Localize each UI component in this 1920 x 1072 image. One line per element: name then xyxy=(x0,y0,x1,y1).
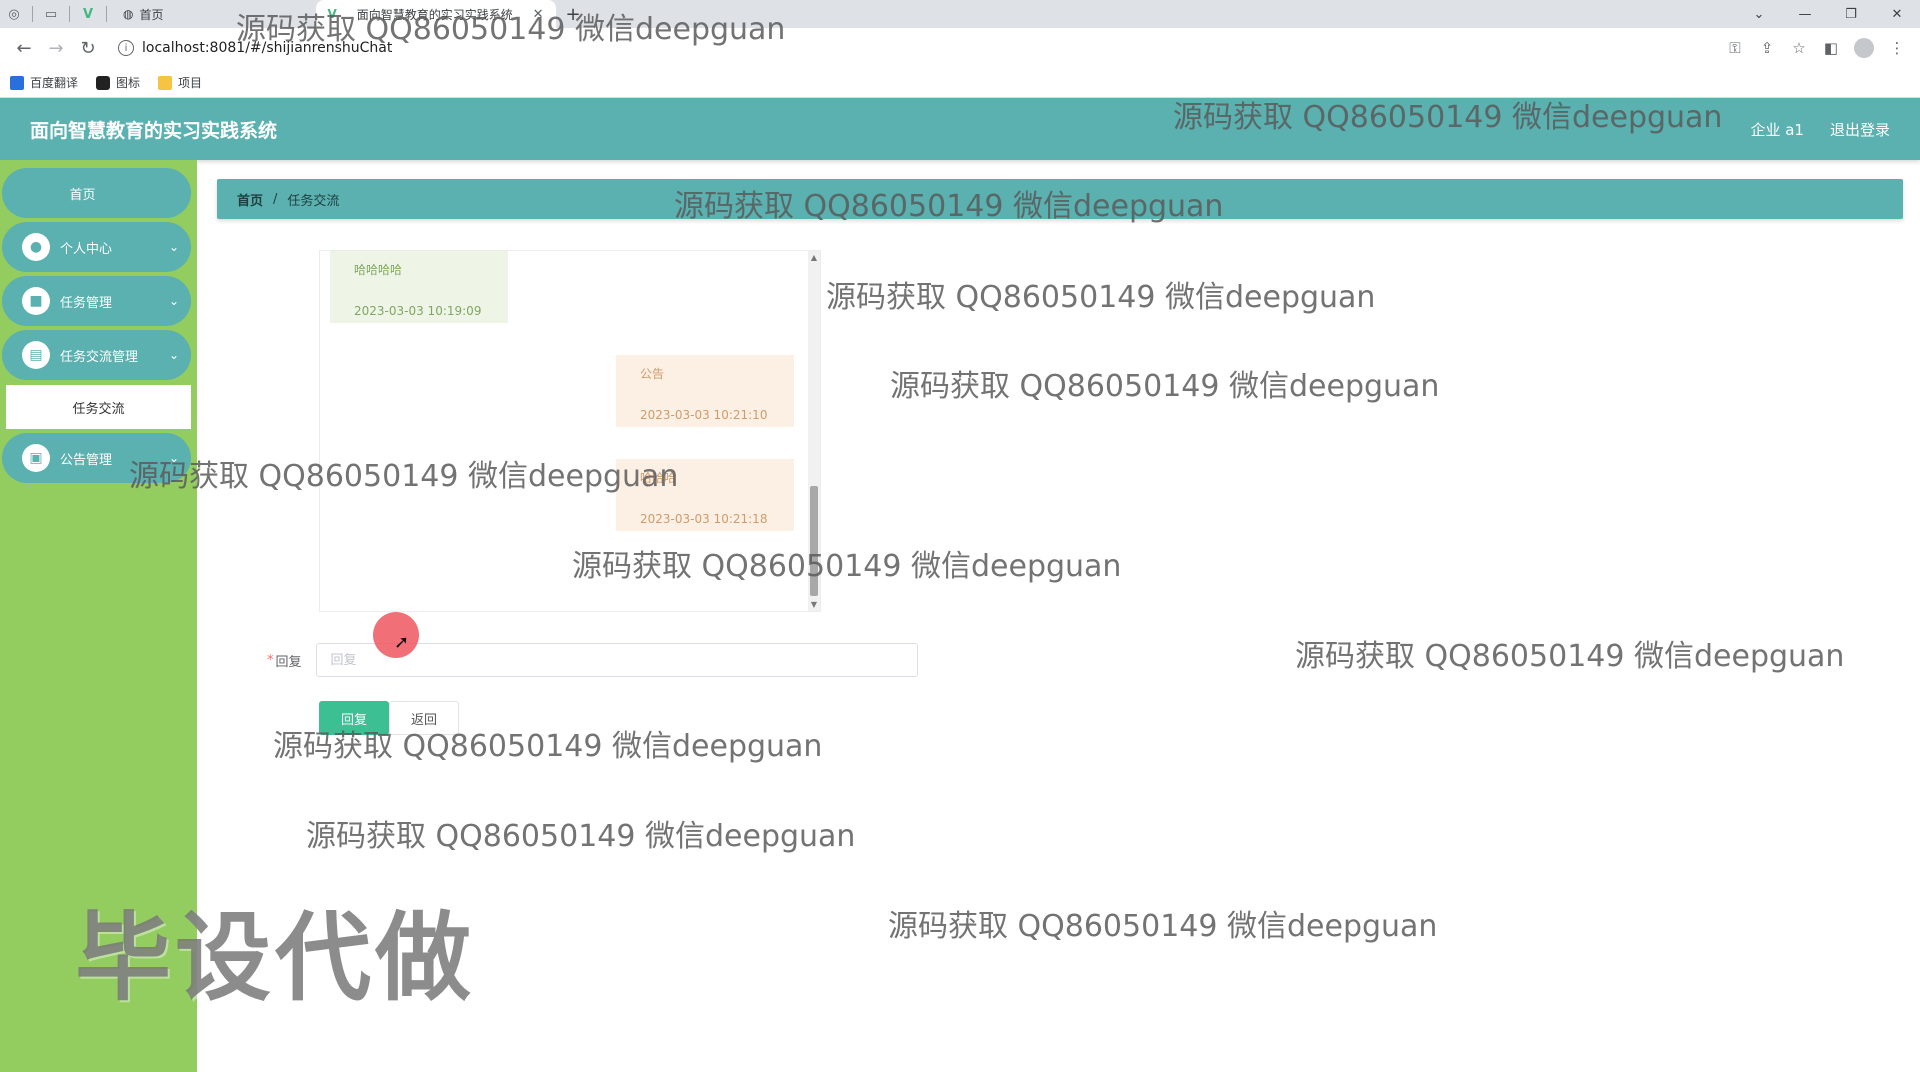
app-title: 面向智慧教育的实习实践系统 xyxy=(30,119,278,142)
image-icon xyxy=(96,75,111,90)
chevron-down-icon: ⌄ xyxy=(168,240,179,254)
folder-icon xyxy=(158,75,173,90)
breadcrumb-separator: / xyxy=(273,191,278,207)
app-header: 面向智慧教育的实习实践系统 企业 a1 退出登录 xyxy=(0,98,1920,160)
globe-icon: ◍ xyxy=(123,7,134,21)
tab-home[interactable]: ◍ 首页 xyxy=(111,0,176,28)
sidebar-item-label: 个人中心 xyxy=(60,241,113,257)
blank-tab[interactable]: ▭ xyxy=(37,0,65,28)
scroll-up-icon[interactable]: ▲ xyxy=(808,253,820,262)
bookmark-label: 图标 xyxy=(116,76,141,90)
url-text: localhost:8081/#/shijianrenshuChat xyxy=(142,40,393,56)
reload-icon[interactable]: ↻ xyxy=(72,38,104,59)
document-icon: ▤ xyxy=(22,341,50,369)
briefcase-icon: ■ xyxy=(22,287,50,315)
vue-logo-icon: V xyxy=(327,7,337,21)
restore-icon[interactable]: ❐ xyxy=(1828,7,1874,22)
close-icon[interactable]: ✕ xyxy=(533,7,544,22)
message-time: 2023-03-03 10:21:18 xyxy=(640,512,768,526)
tab-active[interactable]: V 面向智慧教育的实习实践系统 ✕ xyxy=(315,0,556,28)
reply-label: 回复 xyxy=(275,654,302,670)
breadcrumb: 首页 / 任务交流 xyxy=(217,179,1903,219)
breadcrumb-current: 任务交流 xyxy=(287,193,340,209)
form-buttons: 回复 返回 xyxy=(319,701,459,735)
chat-message-right: 哈哈哈 2023-03-03 10:21:18 xyxy=(616,459,794,531)
chat-message-right: 公告 2023-03-03 10:21:10 xyxy=(616,355,794,427)
watermark-text: 源码获取 QQ86050149 微信deepguan xyxy=(826,280,1376,315)
watermark-text: 源码获取 QQ86050149 微信deepguan xyxy=(1295,639,1845,674)
sidebar-item-label: 任务交流管理 xyxy=(60,349,139,365)
sidepanel-icon[interactable]: ◧ xyxy=(1822,39,1840,57)
sidebar: 首页 ● 个人中心 ⌄ ■ 任务管理 ⌄ ▤ 任务交流管理 ⌄ 任务交流 ▣ 公… xyxy=(0,160,197,1072)
tab-separator xyxy=(32,6,33,22)
logout-link[interactable]: 退出登录 xyxy=(1830,119,1890,140)
more-menu-icon[interactable]: ⋮ xyxy=(1888,39,1906,57)
tab-search-icon[interactable]: ◎ xyxy=(0,0,28,28)
mouse-pointer-icon: ➚ xyxy=(394,632,410,653)
back-button[interactable]: 返回 xyxy=(389,701,459,735)
message-text: 公告 xyxy=(640,367,665,381)
profile-avatar-icon[interactable] xyxy=(1854,38,1874,58)
required-marker: * xyxy=(267,652,274,668)
clipboard-icon: ▣ xyxy=(22,444,50,472)
star-icon[interactable]: ☆ xyxy=(1790,39,1808,57)
chevron-down-icon: ⌄ xyxy=(168,294,179,308)
sidebar-item-notice-management[interactable]: ▣ 公告管理 ⌄ xyxy=(2,433,191,483)
url-field[interactable]: i localhost:8081/#/shijianrenshuChat xyxy=(112,33,1712,63)
new-tab-icon[interactable]: + xyxy=(556,4,591,25)
message-time: 2023-03-03 10:21:10 xyxy=(640,408,768,422)
sidebar-item-tasks[interactable]: ■ 任务管理 ⌄ xyxy=(2,276,191,326)
message-text: 哈哈哈哈 xyxy=(354,263,403,277)
close-window-icon[interactable]: ✕ xyxy=(1874,7,1920,22)
share-icon[interactable]: ⇪ xyxy=(1758,39,1776,57)
key-icon[interactable]: ⚿ xyxy=(1726,39,1744,57)
bookmark-project[interactable]: 项目 xyxy=(158,74,202,91)
watermark-text: 源码获取 QQ86050149 微信deepguan xyxy=(888,909,1438,944)
tab-separator xyxy=(69,6,70,22)
sidebar-item-home[interactable]: 首页 xyxy=(2,168,191,218)
chat-panel[interactable]: 哈哈哈哈 2023-03-03 10:19:09 公告 2023-03-03 1… xyxy=(319,250,821,612)
user-icon: ● xyxy=(22,233,50,261)
sidebar-item-task-chat-management[interactable]: ▤ 任务交流管理 ⌄ xyxy=(2,330,191,380)
chat-scrollbar[interactable]: ▲ ▼ xyxy=(808,251,820,611)
sidebar-item-label: 公告管理 xyxy=(60,452,113,468)
bookmark-label: 百度翻译 xyxy=(30,76,79,90)
breadcrumb-home[interactable]: 首页 xyxy=(237,190,263,209)
window-controls: ⌄ — ❐ ✕ xyxy=(1736,0,1920,28)
message-text: 哈哈哈 xyxy=(640,471,677,485)
bookmarks-bar: 百度翻译 图标 项目 xyxy=(0,68,1920,98)
minimize-icon[interactable]: — xyxy=(1782,7,1828,22)
browser-tabstrip: ◎ ▭ V ◍ 首页 V 面向智慧教育的实习实践系统 ✕ + ⌄ — ❐ ✕ xyxy=(0,0,1920,28)
reply-submit-button[interactable]: 回复 xyxy=(319,701,389,735)
sidebar-item-profile[interactable]: ● 个人中心 ⌄ xyxy=(2,222,191,272)
address-bar: ← → ↻ i localhost:8081/#/shijianrenshuCh… xyxy=(0,28,1920,68)
scroll-thumb[interactable] xyxy=(810,486,818,596)
sidebar-subitem-task-chat[interactable]: 任务交流 xyxy=(6,385,191,429)
sidebar-item-label: 首页 xyxy=(69,187,96,203)
reply-form-row: * 回复 xyxy=(267,643,918,677)
bookmark-icons[interactable]: 图标 xyxy=(96,74,140,91)
forward-arrow-icon[interactable]: → xyxy=(40,38,72,59)
sidebar-item-label: 任务管理 xyxy=(60,295,113,311)
tab-active-label: 面向智慧教育的实习实践系统 xyxy=(356,7,513,22)
tab-home-label: 首页 xyxy=(139,7,164,22)
translate-icon xyxy=(10,75,24,90)
chevron-down-icon: ⌄ xyxy=(168,348,179,362)
scroll-down-icon[interactable]: ▼ xyxy=(808,600,820,609)
watermark-text: 源码获取 QQ86050149 微信deepguan xyxy=(306,819,856,854)
current-user[interactable]: 企业 a1 xyxy=(1750,119,1804,140)
info-icon[interactable]: i xyxy=(118,40,134,56)
chat-message-left: 哈哈哈哈 2023-03-03 10:19:09 xyxy=(330,251,508,323)
back-arrow-icon[interactable]: ← xyxy=(8,38,40,59)
bookmark-translate[interactable]: 百度翻译 xyxy=(10,74,78,91)
bookmark-label: 项目 xyxy=(178,76,203,90)
message-time: 2023-03-03 10:19:09 xyxy=(354,304,482,318)
chevron-down-icon[interactable]: ⌄ xyxy=(1736,7,1782,22)
chevron-down-icon: ⌄ xyxy=(168,451,179,465)
watermark-text: 源码获取 QQ86050149 微信deepguan xyxy=(890,369,1440,404)
tab-separator xyxy=(106,6,107,22)
vue-tab-icon[interactable]: V xyxy=(74,0,102,28)
